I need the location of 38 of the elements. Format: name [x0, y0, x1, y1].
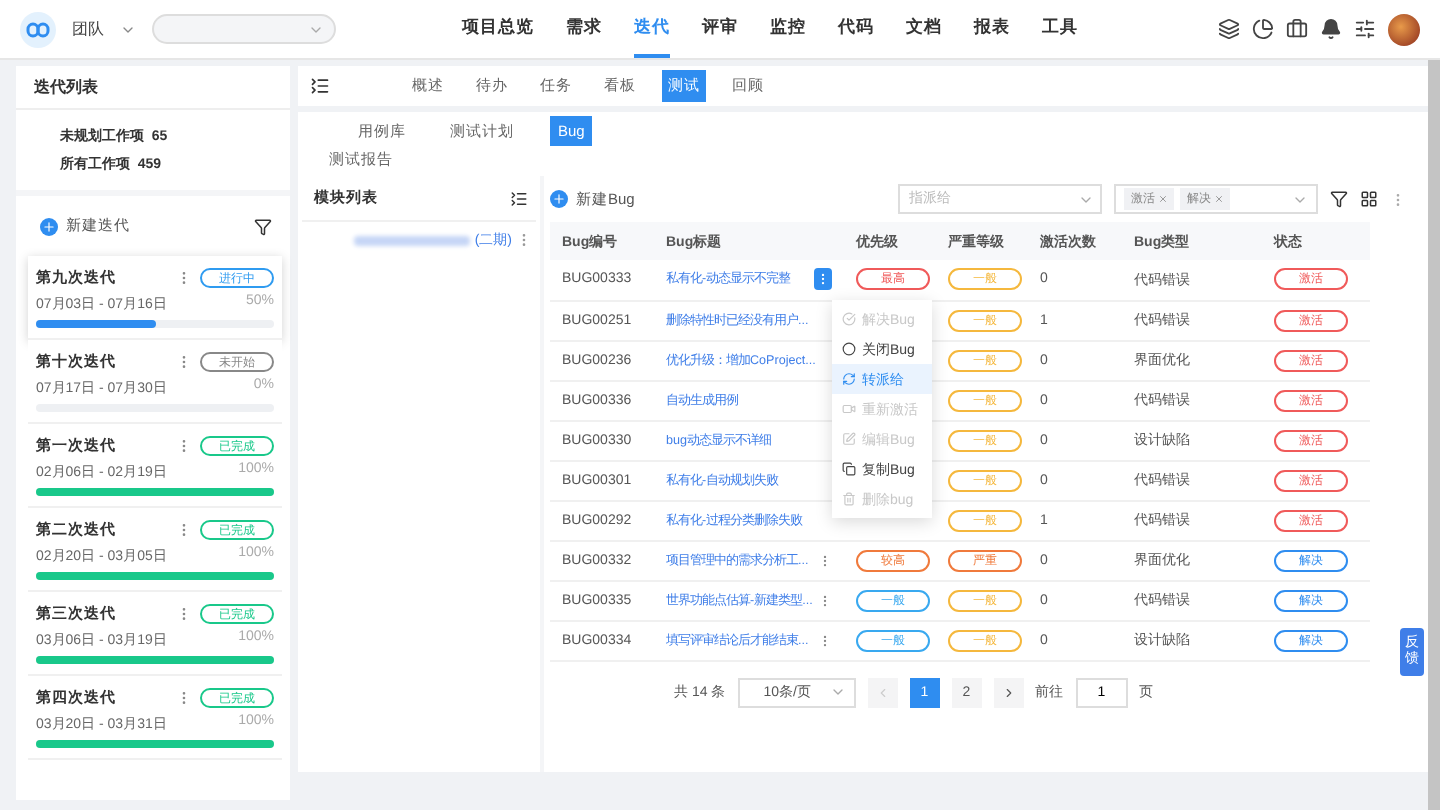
plus-icon [550, 190, 568, 208]
more-icon [816, 272, 830, 287]
logo-icon [20, 11, 56, 47]
team-name[interactable]: 团队 [72, 18, 104, 40]
edit-icon [842, 432, 856, 446]
copy-icon [842, 462, 856, 476]
bell-icon[interactable] [1320, 18, 1342, 40]
grid-icon[interactable] [1360, 190, 1379, 208]
refresh-icon [842, 372, 856, 386]
pie-chart-icon[interactable] [1252, 18, 1274, 40]
filter-icon[interactable] [254, 217, 272, 235]
nav-tab[interactable]: 评审 [702, 0, 738, 58]
nav-tab[interactable]: 代码 [838, 0, 874, 58]
collapse-icon[interactable] [310, 76, 330, 96]
blurred-text [354, 235, 471, 245]
nav-tab[interactable]: 项目总览 [462, 0, 534, 58]
filter-icon[interactable] [1330, 190, 1349, 208]
nav-tab[interactable]: 需求 [566, 0, 602, 58]
chevron-right-icon [1001, 685, 1016, 699]
circle-icon [842, 342, 856, 356]
nav-tab[interactable]: 迭代 [634, 0, 670, 58]
nav-tab[interactable]: 报表 [974, 0, 1010, 58]
plus-icon [40, 217, 58, 235]
chevron-left-icon [875, 685, 890, 699]
caret-icon [829, 684, 846, 700]
nav-tab[interactable]: 监控 [770, 0, 806, 58]
sidebar-title: 迭代列表 [16, 66, 290, 110]
avatar[interactable] [1388, 13, 1420, 45]
briefcase-icon[interactable] [1286, 18, 1308, 40]
check-circle-icon [842, 312, 856, 326]
collapse-icon[interactable] [510, 189, 528, 207]
sliders-icon[interactable] [1354, 18, 1376, 40]
nav-tab[interactable]: 工具 [1042, 0, 1078, 58]
layers-icon[interactable] [1218, 18, 1240, 40]
video-icon [842, 402, 856, 416]
more-button[interactable] [814, 268, 832, 291]
trash-icon [842, 492, 856, 506]
nav-tab[interactable]: 文档 [906, 0, 942, 58]
